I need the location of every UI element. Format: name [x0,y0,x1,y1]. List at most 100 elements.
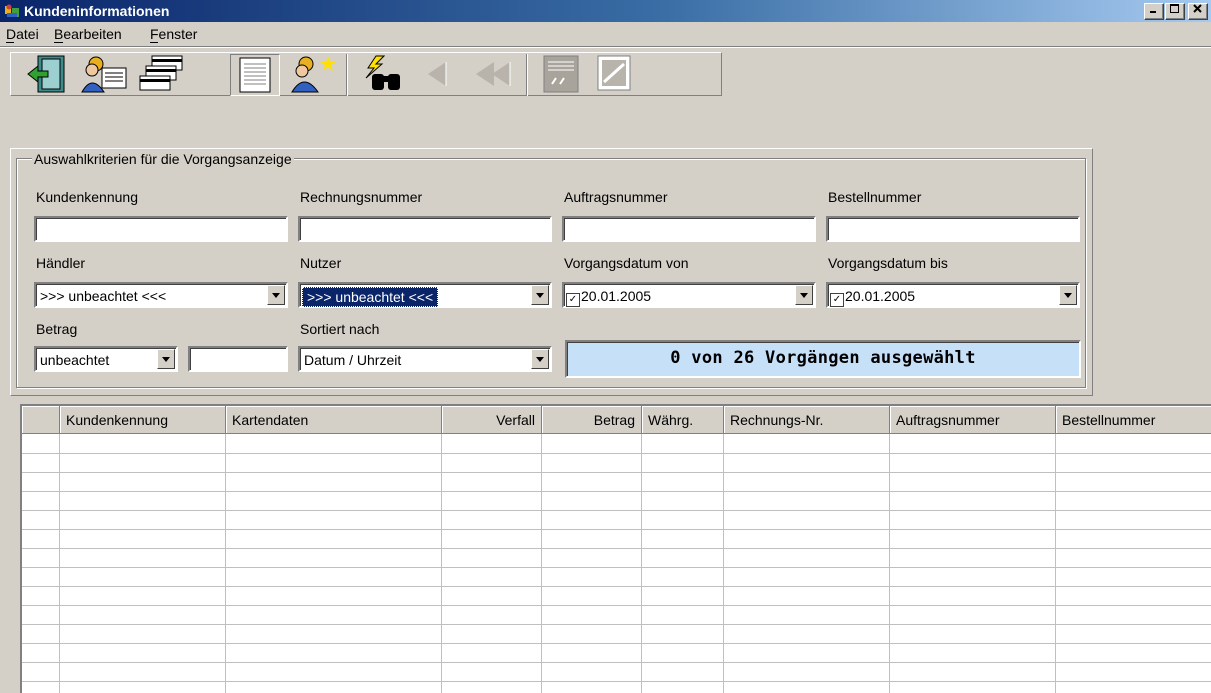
back-arrow-icon[interactable] [416,54,456,94]
haendler-select[interactable]: >>> unbeachtet <<< [34,282,288,308]
datum-von-label: Vorgangsdatum von [564,255,689,271]
transactions-grid[interactable]: Kundenkennung Kartendaten Verfall Betrag… [20,404,1211,693]
auftragsnummer-label: Auftragsnummer [564,189,668,205]
bestellnummer-input[interactable] [826,216,1080,242]
minimize-icon [1150,11,1156,13]
nutzer-select[interactable]: >>> unbeachtet <<< [298,282,552,308]
new-customer-icon[interactable] [290,54,336,94]
menu-fenster-label: Fenster [150,26,198,42]
list-document-icon [239,57,271,93]
grid-row-line [22,662,1211,663]
menu-bearbeiten[interactable]: Bearbeiten [54,25,122,43]
betrag-label: Betrag [36,321,78,337]
grid-column-line [1055,434,1056,693]
menu-bearbeiten-label: Bearbeiten [54,26,122,42]
datum-bis-value: 20.01.2005 [845,288,916,304]
grid-row-line [22,529,1211,530]
dropdown-arrow-icon[interactable] [531,349,549,369]
toolbar-separator [346,54,348,96]
dropdown-arrow-icon[interactable] [1059,285,1077,305]
selection-status: 0 von 26 Vorgängen ausgewählt [565,340,1081,378]
nutzer-label: Nutzer [300,255,342,271]
close-icon [1193,4,1202,13]
window-title: Kundeninformationen [24,3,170,19]
column-betrag[interactable]: Betrag [542,406,642,434]
dropdown-arrow-icon[interactable] [531,285,549,305]
grid-column-line [441,434,442,693]
betrag-operator-value: unbeachtet [40,352,110,368]
dropdown-arrow-icon[interactable] [157,349,175,369]
kundenkennung-input[interactable] [34,216,288,242]
title-bar[interactable] [0,0,1211,22]
card-scan-icon[interactable] [594,54,638,94]
menu-fenster[interactable]: Fenster [150,25,197,43]
datum-bis-picker[interactable]: ✓ 20.01.2005 [826,282,1080,308]
app-icon [5,4,19,17]
bestellnummer-label: Bestellnummer [828,189,922,205]
column-kundenkennung[interactable]: Kundenkennung [60,406,226,434]
menu-accel-underline [6,42,14,43]
grid-row-line [22,643,1211,644]
grid-column-line [225,434,226,693]
menu-datei-label: Datei [6,26,39,42]
grid-column-line [541,434,542,693]
column-kartendaten[interactable]: Kartendaten [226,406,442,434]
rechnungsnummer-input[interactable] [298,216,552,242]
menu-separator [0,47,1211,48]
datum-von-picker[interactable]: ✓ 20.01.2005 [562,282,816,308]
dropdown-arrow-icon[interactable] [795,285,813,305]
grid-row-line [22,491,1211,492]
column-bestellnummer[interactable]: Bestellnummer [1056,406,1211,434]
betrag-input[interactable] [188,346,288,372]
criteria-group-label: Auswahlkriterien für die Vorgangsanzeige [32,150,294,168]
haendler-label: Händler [36,255,86,271]
column-verfall[interactable]: Verfall [442,406,542,434]
grid-row-line [22,624,1211,625]
sortiert-value: Datum / Uhrzeit [304,352,402,368]
grid-row-line [22,605,1211,606]
grid-header: Kundenkennung Kartendaten Verfall Betrag… [22,406,1211,434]
maximize-button[interactable] [1165,3,1185,20]
betrag-operator-select[interactable]: unbeachtet [34,346,178,372]
haendler-value: >>> unbeachtet <<< [40,288,167,304]
customer-card-icon[interactable] [80,54,128,94]
maximize-icon [1170,4,1179,13]
sortiert-select[interactable]: Datum / Uhrzeit [298,346,552,372]
grid-column-line [889,434,890,693]
grid-column-line [641,434,642,693]
grid-column-line [59,434,60,693]
exit-icon[interactable] [24,54,68,94]
datum-bis-checkbox[interactable]: ✓ [830,293,844,307]
menu-datei[interactable]: Datei [6,25,39,43]
grid-header-selector[interactable] [22,406,60,434]
datum-bis-label: Vorgangsdatum bis [828,255,948,271]
column-waehrung[interactable]: Währg. [642,406,724,434]
grid-row-line [22,548,1211,549]
datum-von-checkbox[interactable]: ✓ [566,293,580,307]
column-auftragsnummer[interactable]: Auftragsnummer [890,406,1056,434]
grid-column-line [723,434,724,693]
fast-back-arrow-icon[interactable] [466,54,520,94]
search-binoculars-icon[interactable] [356,54,406,94]
grid-row-line [22,472,1211,473]
nutzer-value: >>> unbeachtet <<< [302,287,439,307]
close-button[interactable] [1188,3,1208,20]
menu-accel-underline [54,42,63,43]
column-rechnungs-nr[interactable]: Rechnungs-Nr. [724,406,890,434]
cards-stack-icon[interactable] [138,54,184,94]
menu-accel-underline [150,42,158,43]
kundenkennung-label: Kundenkennung [36,189,138,205]
grid-row-line [22,453,1211,454]
grid-row-line [22,510,1211,511]
datum-von-value: 20.01.2005 [581,288,652,304]
toolbar-separator [526,54,528,96]
grid-row-line [22,681,1211,682]
sortiert-label: Sortiert nach [300,321,380,337]
grid-row-line [22,586,1211,587]
grid-row-line [22,567,1211,568]
rechnungsnummer-label: Rechnungsnummer [300,189,423,205]
auftragsnummer-input[interactable] [562,216,816,242]
minimize-button[interactable] [1144,3,1164,20]
terminal-icon[interactable] [540,54,584,94]
dropdown-arrow-icon[interactable] [267,285,285,305]
